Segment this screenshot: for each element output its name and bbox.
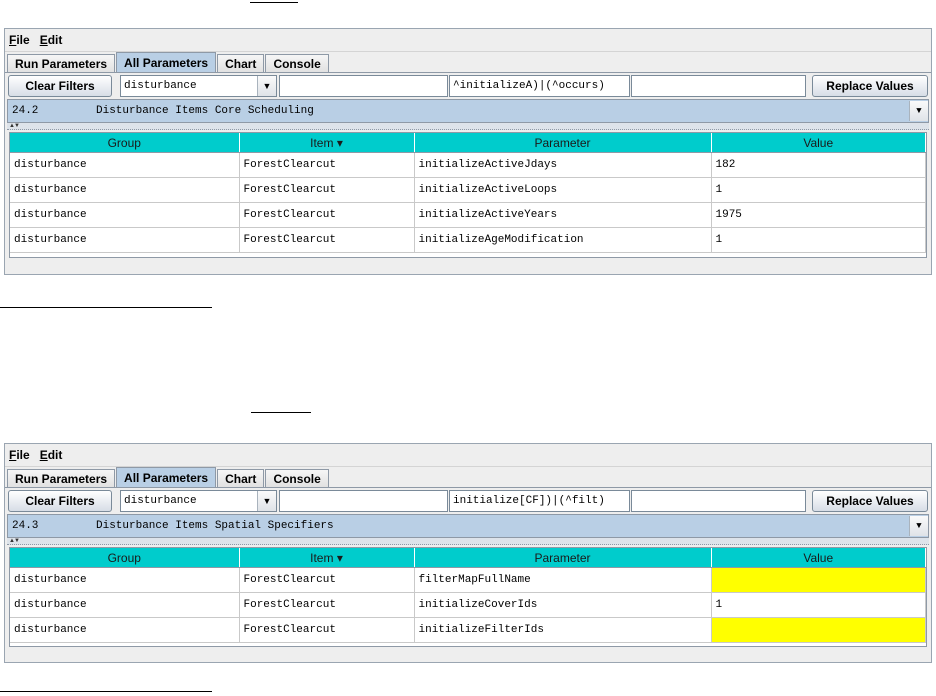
cell-group[interactable]: disturbance (10, 592, 240, 618)
parameter-filter-input[interactable]: ^initializeA)|(^occurs) (449, 75, 630, 97)
cell-parameter[interactable]: initializeActiveYears (414, 202, 712, 228)
cell-parameter[interactable]: initializeFilterIds (414, 617, 712, 643)
cell-value[interactable]: 182 (711, 152, 926, 178)
table-row[interactable]: disturbance ForestClearcut initializeAge… (10, 227, 926, 253)
chevron-down-icon[interactable]: ▼ (257, 491, 276, 511)
cell-group[interactable]: disturbance (10, 202, 240, 228)
cell-item[interactable]: ForestClearcut (239, 617, 415, 643)
filter-toolbar: Clear Filters disturbance ▼ ^initializeA… (5, 73, 931, 99)
cell-item[interactable]: ForestClearcut (239, 152, 415, 178)
cell-parameter[interactable]: initializeActiveLoops (414, 177, 712, 203)
section-title: Disturbance Items Spatial Specifiers (96, 520, 334, 532)
cell-item[interactable]: ForestClearcut (239, 592, 415, 618)
tab-bar: Run Parameters All Parameters Chart Cons… (5, 52, 931, 73)
cell-group[interactable]: disturbance (10, 152, 240, 178)
item-filter-input[interactable] (279, 75, 448, 97)
cell-value[interactable]: 1 (711, 592, 926, 618)
chevron-down-icon[interactable]: ▼ (909, 516, 928, 536)
tab-all-parameters[interactable]: All Parameters (116, 52, 217, 72)
item-filter-input[interactable] (279, 490, 448, 512)
column-header-parameter[interactable]: Parameter (414, 548, 712, 568)
collapse-arrows-icon[interactable]: ▲▼ (9, 123, 20, 129)
document-rule (0, 691, 212, 692)
value-filter-input[interactable] (631, 75, 806, 97)
cell-item[interactable]: ForestClearcut (239, 202, 415, 228)
column-header-group[interactable]: Group (10, 548, 240, 568)
cell-group[interactable]: disturbance (10, 227, 240, 253)
cell-parameter[interactable]: initializeAgeModification (414, 227, 712, 253)
column-header-item[interactable]: Item ▾ (239, 133, 415, 153)
cell-value-empty[interactable] (711, 617, 926, 643)
group-filter-value: disturbance (124, 80, 197, 92)
replace-values-button[interactable]: Replace Values (812, 490, 928, 512)
split-pane-divider[interactable]: ▲▼ (7, 123, 929, 130)
clear-filters-button[interactable]: Clear Filters (8, 490, 112, 512)
cell-parameter[interactable]: initializeActiveJdays (414, 152, 712, 178)
menu-bar: File Edit (5, 444, 931, 467)
menu-file[interactable]: File (9, 33, 30, 47)
column-header-value[interactable]: Value (711, 548, 926, 568)
cell-item[interactable]: ForestClearcut (239, 227, 415, 253)
document-rule (0, 307, 212, 308)
parameters-table: Group Item ▾ Parameter Value disturbance… (9, 547, 927, 647)
chevron-down-icon[interactable]: ▼ (909, 101, 928, 121)
tab-run-parameters[interactable]: Run Parameters (7, 469, 116, 487)
replace-values-button[interactable]: Replace Values (812, 75, 928, 97)
tab-chart[interactable]: Chart (217, 54, 265, 72)
section-number: 24.3 (12, 520, 39, 532)
column-header-parameter[interactable]: Parameter (414, 133, 712, 153)
table-header-row: Group Item ▾ Parameter Value (10, 133, 926, 153)
cell-parameter[interactable]: filterMapFullName (414, 567, 712, 593)
filter-toolbar: Clear Filters disturbance ▼ initialize[C… (5, 488, 931, 514)
table-row[interactable]: disturbance ForestClearcut filterMapFull… (10, 567, 926, 593)
tab-run-parameters[interactable]: Run Parameters (7, 54, 116, 72)
value-filter-input[interactable] (631, 490, 806, 512)
group-filter-combo[interactable]: disturbance ▼ (120, 490, 277, 512)
section-selector[interactable]: 24.2 Disturbance Items Core Scheduling ▼ (7, 99, 929, 123)
tab-chart[interactable]: Chart (217, 469, 265, 487)
column-header-group[interactable]: Group (10, 133, 240, 153)
cell-group[interactable]: disturbance (10, 617, 240, 643)
document-rule (251, 412, 311, 413)
cell-parameter[interactable]: initializeCoverIds (414, 592, 712, 618)
chevron-down-icon[interactable]: ▼ (257, 76, 276, 96)
parameter-filter-input[interactable]: initialize[CF])|(^filt) (449, 490, 630, 512)
table-row[interactable]: disturbance ForestClearcut initializeCov… (10, 592, 926, 618)
section-selector[interactable]: 24.3 Disturbance Items Spatial Specifier… (7, 514, 929, 538)
parameter-editor-window: File Edit Run Parameters All Parameters … (4, 443, 932, 663)
column-header-item[interactable]: Item ▾ (239, 548, 415, 568)
section-title: Disturbance Items Core Scheduling (96, 105, 314, 117)
cell-group[interactable]: disturbance (10, 567, 240, 593)
clear-filters-button[interactable]: Clear Filters (8, 75, 112, 97)
split-pane-divider[interactable]: ▲▼ (7, 538, 929, 545)
collapse-arrows-icon[interactable]: ▲▼ (9, 538, 20, 544)
parameters-table: Group Item ▾ Parameter Value disturbance… (9, 132, 927, 258)
tab-all-parameters[interactable]: All Parameters (116, 467, 217, 487)
tab-console[interactable]: Console (265, 469, 329, 487)
table-row[interactable]: disturbance ForestClearcut initializeAct… (10, 177, 926, 203)
tab-bar: Run Parameters All Parameters Chart Cons… (5, 467, 931, 488)
table-row[interactable]: disturbance ForestClearcut initializeFil… (10, 617, 926, 643)
cell-item[interactable]: ForestClearcut (239, 567, 415, 593)
section-number: 24.2 (12, 105, 39, 117)
parameter-editor-window: File Edit Run Parameters All Parameters … (4, 28, 932, 275)
menu-file[interactable]: File (9, 448, 30, 462)
cell-item[interactable]: ForestClearcut (239, 177, 415, 203)
document-rule (250, 2, 298, 3)
cell-value[interactable]: 1 (711, 177, 926, 203)
group-filter-combo[interactable]: disturbance ▼ (120, 75, 277, 97)
group-filter-value: disturbance (124, 495, 197, 507)
cell-value-empty[interactable] (711, 567, 926, 593)
table-row[interactable]: disturbance ForestClearcut initializeAct… (10, 202, 926, 228)
menu-bar: File Edit (5, 29, 931, 52)
cell-group[interactable]: disturbance (10, 177, 240, 203)
cell-value[interactable]: 1 (711, 227, 926, 253)
menu-edit[interactable]: Edit (40, 33, 63, 47)
menu-edit[interactable]: Edit (40, 448, 63, 462)
tab-console[interactable]: Console (265, 54, 329, 72)
cell-value[interactable]: 1975 (711, 202, 926, 228)
column-header-value[interactable]: Value (711, 133, 926, 153)
table-row[interactable]: disturbance ForestClearcut initializeAct… (10, 152, 926, 178)
table-header-row: Group Item ▾ Parameter Value (10, 548, 926, 568)
